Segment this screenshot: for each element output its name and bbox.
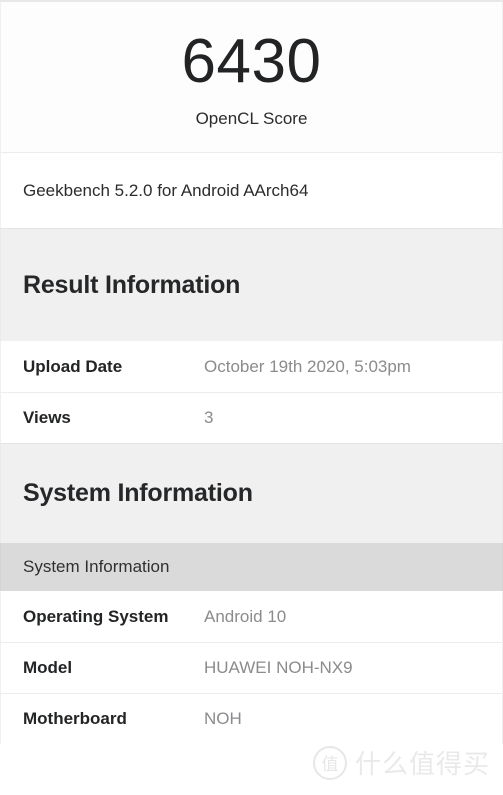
watermark-logo-icon: 值 bbox=[312, 745, 347, 780]
row-label-upload-date: Upload Date bbox=[23, 356, 123, 376]
score-value: 6430 bbox=[181, 27, 322, 96]
result-information-heading-text: Result Information bbox=[23, 270, 241, 299]
row-value-model: HUAWEI NOH-NX9 bbox=[204, 658, 353, 677]
geekbench-result-page: 6430 OpenCL Score Geekbench 5.2.0 for An… bbox=[0, 0, 503, 795]
row-label-model: Model bbox=[23, 658, 73, 677]
row-label-views: Views bbox=[23, 408, 71, 427]
result-information-heading: Result Information bbox=[0, 228, 503, 341]
row-value-operating-system: Android 10 bbox=[204, 606, 287, 626]
row-value-motherboard: NOH bbox=[204, 709, 242, 728]
system-information-subheader: System Information bbox=[0, 543, 503, 591]
row-label-operating-system: Operating System bbox=[23, 606, 169, 626]
row-label-motherboard: Motherboard bbox=[23, 709, 127, 728]
score-hero: 6430 OpenCL Score bbox=[0, 2, 503, 152]
score-label: OpenCL Score bbox=[195, 109, 308, 128]
row-value-views: 3 bbox=[204, 408, 214, 427]
table-row: Views 3 bbox=[0, 392, 503, 443]
table-row: Upload Date October 19th 2020, 5:03pm bbox=[0, 341, 503, 392]
system-information-heading-text: System Information bbox=[23, 479, 253, 507]
row-value-upload-date: October 19th 2020, 5:03pm bbox=[204, 356, 411, 376]
benchmark-version-text: Geekbench 5.2.0 for Android AArch64 bbox=[23, 180, 309, 200]
table-row: Model HUAWEI NOH-NX9 bbox=[0, 642, 503, 693]
benchmark-version-row: Geekbench 5.2.0 for Android AArch64 bbox=[0, 152, 503, 228]
watermark-text: 什么值得买 bbox=[354, 750, 490, 780]
system-information-heading: System Information bbox=[0, 443, 503, 543]
watermark: 值 什么值得买 bbox=[312, 744, 490, 781]
table-row: Operating System Android 10 bbox=[0, 591, 503, 642]
table-row: Motherboard NOH bbox=[0, 693, 503, 744]
system-information-subheader-text: System Information bbox=[23, 557, 170, 576]
